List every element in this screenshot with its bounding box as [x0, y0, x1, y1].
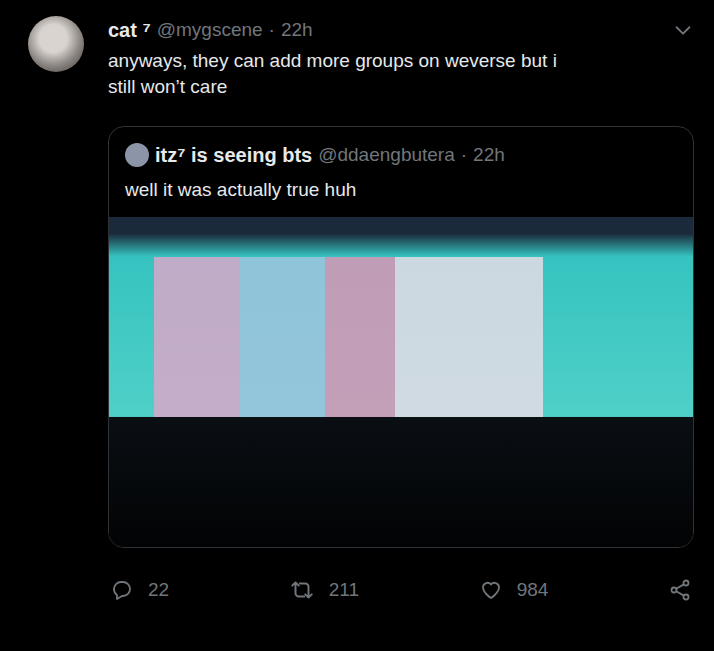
author-handle[interactable]: @mygscene: [157, 19, 263, 41]
quoted-time[interactable]: 22h: [473, 144, 505, 166]
author-avatar[interactable]: [28, 16, 84, 72]
like-count: 984: [517, 579, 549, 601]
quoted-header: itz⁷ is seeing bts @ddaengbutera · 22h: [109, 127, 693, 167]
action-bar: 22 211 984: [108, 576, 694, 604]
retweet-count: 211: [329, 579, 359, 601]
quoted-author-handle[interactable]: @ddaengbutera: [318, 144, 455, 166]
separator: ·: [461, 144, 467, 166]
quoted-avatar[interactable]: [125, 143, 149, 167]
tweet-time[interactable]: 22h: [281, 19, 313, 41]
reply-count: 22: [148, 579, 169, 601]
stage-screen: [154, 257, 543, 417]
retweet-button[interactable]: 211: [289, 576, 359, 604]
retweet-icon: [289, 577, 315, 603]
author-name[interactable]: cat ⁷: [108, 19, 151, 42]
quoted-photo[interactable]: [109, 217, 693, 547]
like-button[interactable]: 984: [479, 576, 549, 604]
quoted-text: well it was actually true huh: [125, 177, 677, 203]
chevron-down-icon[interactable]: [672, 19, 694, 41]
quoted-author-name[interactable]: itz⁷ is seeing bts: [155, 144, 312, 167]
reply-icon: [110, 578, 134, 602]
separator: ·: [269, 19, 275, 41]
quoted-tweet[interactable]: itz⁷ is seeing bts @ddaengbutera · 22h w…: [108, 126, 694, 548]
heart-icon: [479, 578, 503, 602]
reply-button[interactable]: 22: [110, 576, 169, 604]
tweet-header: cat ⁷ @mygscene · 22h: [108, 16, 694, 44]
tweet: cat ⁷ @mygscene · 22h anyways, they can …: [0, 0, 714, 651]
tweet-body: cat ⁷ @mygscene · 22h anyways, they can …: [108, 16, 694, 651]
tweet-text: anyways, they can add more groups on wev…: [108, 48, 573, 100]
share-button[interactable]: [668, 576, 692, 604]
audience: [109, 417, 693, 547]
share-icon: [668, 578, 692, 602]
